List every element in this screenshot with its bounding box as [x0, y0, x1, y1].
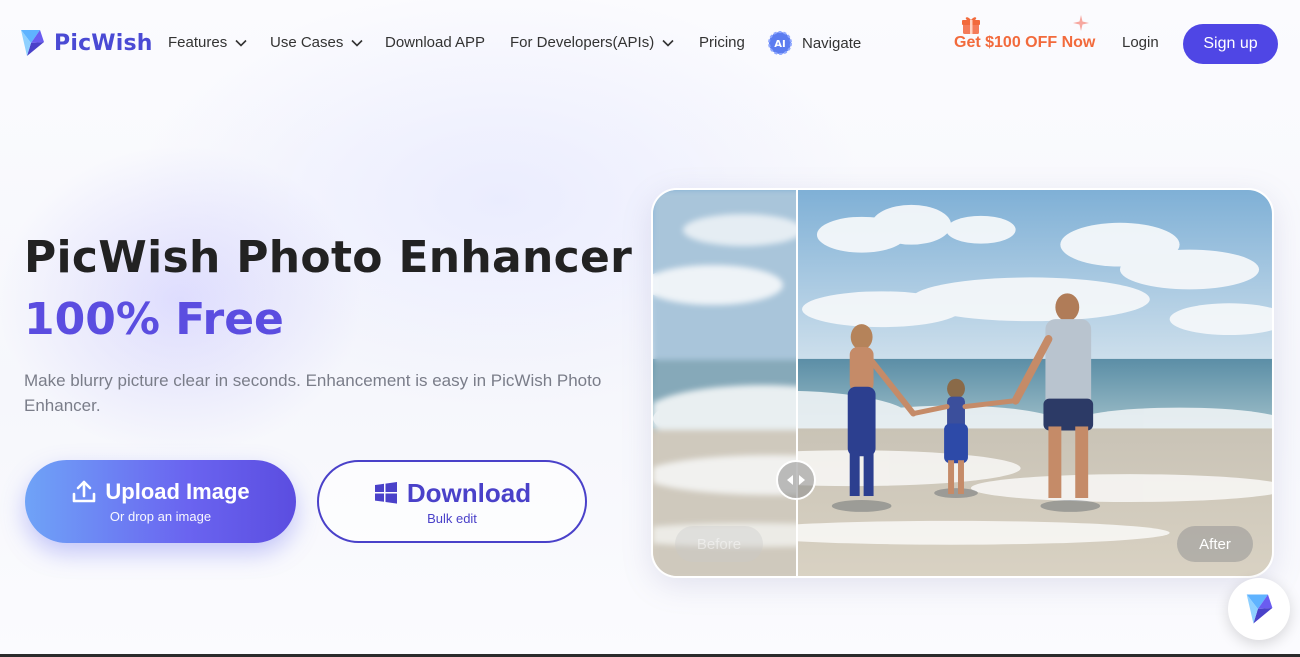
windows-icon	[374, 482, 397, 504]
before-side	[653, 190, 797, 576]
page-subtitle: 100% Free	[24, 294, 284, 345]
upload-icon	[73, 480, 96, 503]
chevron-down-icon	[662, 39, 674, 47]
nav-developers-label: For Developers(APIs)	[510, 34, 655, 51]
ai-gear-icon: AI	[768, 31, 792, 55]
upload-button-label: Upload Image	[105, 479, 250, 504]
nav-developers[interactable]: For Developers(APIs)	[510, 34, 674, 51]
promo-link[interactable]: Get $100 OFF Now	[954, 34, 1095, 52]
download-button-sublabel: Bulk edit	[427, 510, 477, 526]
chevron-down-icon	[235, 39, 247, 47]
comparison-divider[interactable]	[796, 190, 798, 576]
nav-navigate[interactable]: AI Navigate	[768, 31, 861, 55]
nav-features-label: Features	[168, 34, 228, 51]
floating-help-button[interactable]	[1228, 578, 1290, 640]
nav-pricing[interactable]: Pricing	[699, 34, 745, 51]
before-label: Before	[675, 526, 763, 562]
ai-badge-text: AI	[774, 39, 785, 50]
upload-button-sublabel: Or drop an image	[109, 509, 212, 524]
nav-features[interactable]: Features	[168, 34, 247, 51]
drag-arrows-icon	[787, 475, 805, 485]
top-navbar: PicWish Features Use Cases Download APP …	[0, 0, 1300, 88]
sparkle-icon	[1073, 15, 1089, 31]
gift-icon	[962, 17, 980, 34]
nav-download-app[interactable]: Download APP	[385, 34, 485, 51]
download-button[interactable]: Download Bulk edit	[317, 460, 587, 543]
before-after-comparison[interactable]: Before After	[651, 188, 1274, 578]
nav-use-cases-label: Use Cases	[270, 34, 344, 51]
nav-use-cases[interactable]: Use Cases	[270, 34, 363, 51]
nav-pricing-label: Pricing	[699, 34, 745, 51]
nav-download-app-label: Download APP	[385, 34, 486, 51]
signup-button[interactable]: Sign up	[1183, 24, 1278, 64]
picwish-logo-icon	[21, 30, 44, 56]
hero-description: Make blurry picture clear in seconds. En…	[24, 371, 602, 415]
brand-name: PicWish	[54, 30, 153, 56]
chevron-down-icon	[351, 39, 363, 47]
picwish-logo-icon	[1246, 594, 1273, 624]
after-label: After	[1177, 526, 1253, 562]
brand-logo[interactable]: PicWish	[18, 26, 153, 60]
upload-image-button[interactable]: Upload Image Or drop an image	[25, 460, 296, 543]
slider-handle[interactable]	[776, 460, 816, 500]
upload-button-row: Upload Image	[71, 479, 250, 505]
download-button-row: Download	[373, 478, 531, 509]
nav-navigate-label: Navigate	[802, 34, 862, 52]
login-link[interactable]: Login	[1122, 34, 1159, 51]
page-title: PicWish Photo Enhancer	[24, 232, 633, 283]
before-blurred-photo	[653, 190, 797, 576]
download-button-label: Download	[406, 477, 532, 508]
